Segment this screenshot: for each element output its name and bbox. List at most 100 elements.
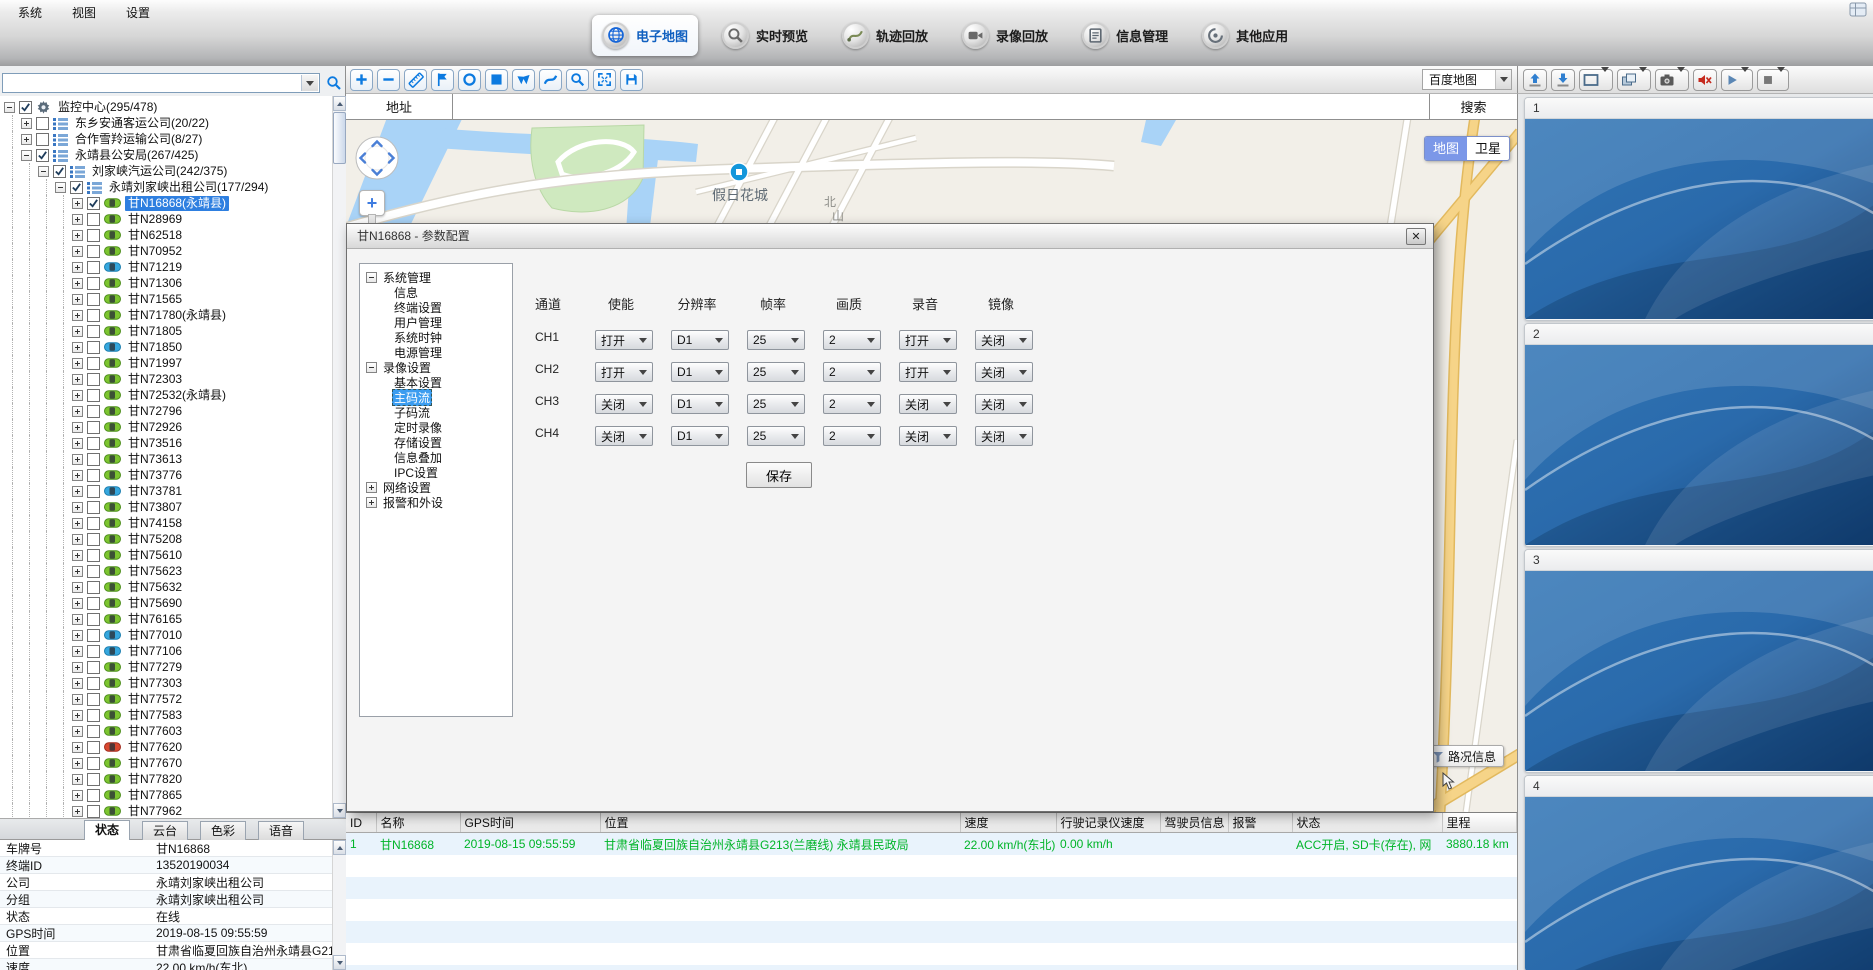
checkbox[interactable] [87,549,100,562]
channel-dropdown[interactable]: 2 [823,330,881,350]
channel-dropdown[interactable]: 2 [823,362,881,382]
video-cell[interactable]: 1 [1524,97,1873,321]
menu-item[interactable]: 系统 [6,2,54,23]
play-button[interactable] [1721,69,1753,91]
checkbox[interactable] [87,533,100,546]
tree-row[interactable]: 甘N72532(永靖县) [4,387,332,403]
expand-icon[interactable] [72,534,83,545]
tree-row[interactable]: 甘N71306 [4,275,332,291]
checkbox[interactable] [87,389,100,402]
tree-row[interactable]: 甘N77620 [4,739,332,755]
checkbox[interactable] [87,277,100,290]
channel-dropdown[interactable]: 关闭 [975,362,1033,382]
search-button[interactable]: 搜索 [1429,94,1517,119]
tree-row[interactable]: 甘N71565 [4,291,332,307]
tree-row[interactable]: 甘N76165 [4,611,332,627]
expand-icon[interactable] [72,582,83,593]
checkbox[interactable] [87,645,100,658]
stop-button[interactable] [1757,69,1789,91]
expand-icon[interactable] [72,774,83,785]
video-cell[interactable]: 3 [1524,549,1873,773]
scroll-down-icon[interactable] [333,803,346,818]
checkbox[interactable] [36,149,49,162]
app-tab-videorec[interactable]: 录像回放 [952,15,1058,56]
channel-dropdown[interactable]: 打开 [899,330,957,350]
settings-tree-item[interactable]: 录像设置 [366,360,512,375]
tree-row[interactable]: 甘N73613 [4,451,332,467]
checkbox[interactable] [87,501,100,514]
tree-row[interactable]: 甘N77010 [4,627,332,643]
tree-row[interactable]: 甘N71780(永靖县) [4,307,332,323]
checkbox[interactable] [36,133,49,146]
checkbox[interactable] [87,485,100,498]
split-screen-button[interactable] [1579,69,1613,91]
map-provider-select[interactable]: 百度地图 [1422,69,1512,90]
channel-dropdown[interactable]: 关闭 [975,426,1033,446]
expand-icon[interactable] [21,134,32,145]
table-row-empty[interactable] [346,965,1517,970]
expand-icon[interactable] [366,482,377,493]
channel-dropdown[interactable]: D1 [671,426,729,446]
video-cell[interactable]: 4 [1524,775,1873,970]
collapse-icon[interactable] [4,102,15,113]
traffic-info-button[interactable]: 路况信息 [1424,745,1504,767]
checkbox[interactable] [87,405,100,418]
checkbox[interactable] [87,517,100,530]
channel-dropdown[interactable]: 关闭 [975,394,1033,414]
settings-tree-item[interactable]: 主码流 [366,390,512,405]
settings-tree-item[interactable]: 报警和外设 [366,495,512,510]
menu-item[interactable]: 视图 [60,2,108,23]
table-row-empty[interactable] [346,921,1517,943]
collapse-icon[interactable] [55,182,66,193]
expand-icon[interactable] [21,118,32,129]
checkbox[interactable] [87,357,100,370]
expand-icon[interactable] [72,486,83,497]
layer-satellite-button[interactable]: 卫星 [1467,137,1509,160]
collapse-icon[interactable] [366,362,377,373]
expand-icon[interactable] [72,470,83,481]
app-tab-infodoc[interactable]: 信息管理 [1072,15,1178,56]
channel-dropdown[interactable]: 打开 [595,362,653,382]
tree-search-button[interactable] [324,73,344,93]
tree-row[interactable]: 甘N73781 [4,483,332,499]
checkbox[interactable] [87,309,100,322]
tree-row[interactable]: 甘N77962 [4,803,332,818]
tree-row[interactable]: 甘N77303 [4,675,332,691]
table-row-empty[interactable] [346,899,1517,921]
expand-icon[interactable] [72,630,83,641]
tree-row[interactable]: 甘N72926 [4,419,332,435]
checkbox[interactable] [19,101,32,114]
checkbox[interactable] [87,341,100,354]
checkbox[interactable] [53,165,66,178]
window-menu-icon[interactable] [1849,2,1867,18]
tree-row[interactable]: 甘N73776 [4,467,332,483]
mute-button[interactable] [1693,69,1717,91]
expand-icon[interactable] [72,662,83,673]
map-pan-control[interactable] [354,135,400,181]
expand-icon[interactable] [72,742,83,753]
expand-icon[interactable] [72,214,83,225]
tree-row[interactable]: 甘N75632 [4,579,332,595]
expand-icon[interactable] [72,678,83,689]
expand-icon[interactable] [366,497,377,508]
checkbox[interactable] [87,325,100,338]
tab-云台[interactable]: 云台 [142,821,188,840]
settings-tree-item[interactable]: 网络设置 [366,480,512,495]
checkbox[interactable] [70,181,83,194]
settings-tree-item[interactable]: 信息叠加 [366,450,512,465]
expand-icon[interactable] [72,694,83,705]
collapse-icon[interactable] [21,150,32,161]
expand-icon[interactable] [72,550,83,561]
tree-row[interactable]: 东乡安通客运公司(20/22) [4,115,332,131]
tree-row[interactable]: 甘N77279 [4,659,332,675]
measure-button[interactable] [404,69,427,91]
tree-row[interactable]: 甘N77670 [4,755,332,771]
channel-dropdown[interactable]: 关闭 [899,394,957,414]
channel-dropdown[interactable]: 2 [823,394,881,414]
rectangle-button[interactable] [485,69,508,91]
tree-row[interactable]: 甘N74158 [4,515,332,531]
tree-row[interactable]: 甘N71219 [4,259,332,275]
expand-icon[interactable] [72,646,83,657]
checkbox[interactable] [87,421,100,434]
tree-row[interactable]: 合作雪羚运输公司(8/27) [4,131,332,147]
